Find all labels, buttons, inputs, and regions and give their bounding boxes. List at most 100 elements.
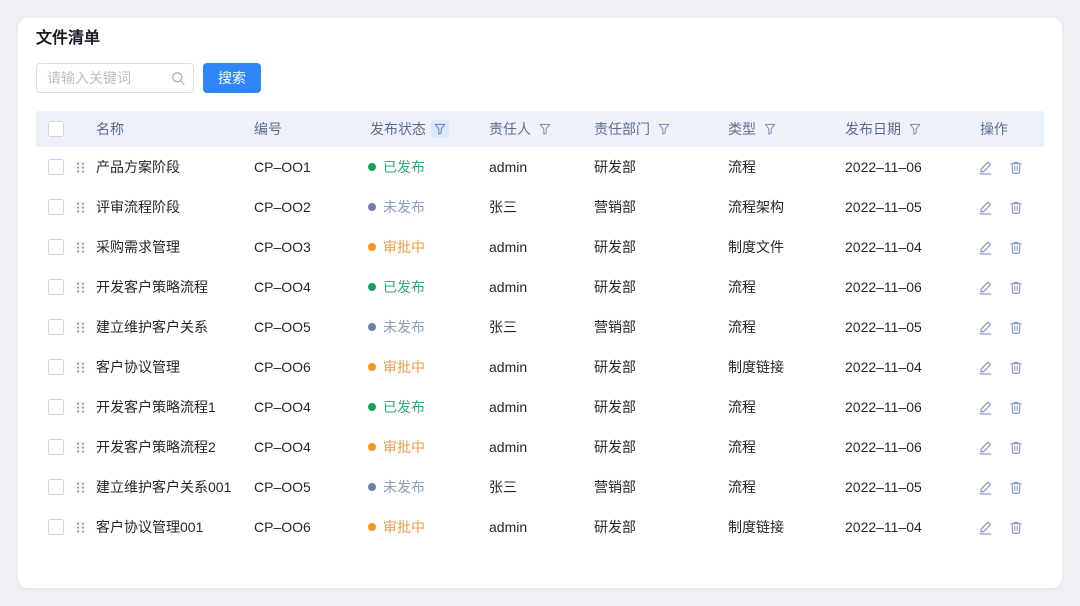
- cell-name: 客户协议管理001: [94, 517, 252, 537]
- table-row: 评审流程阶段 CP–OO2 未发布 张三 营销部 流程架构 2022–11–05: [36, 187, 1044, 227]
- filter-funnel-icon[interactable]: [536, 120, 554, 138]
- row-checkbox[interactable]: [48, 239, 64, 255]
- edit-button[interactable]: [978, 200, 993, 215]
- header-checkbox-cell: [36, 121, 76, 137]
- drag-handle-icon[interactable]: [76, 441, 94, 454]
- cell-code: CP–OO4: [252, 279, 368, 295]
- row-checkbox-cell: [36, 199, 76, 215]
- search-input[interactable]: [37, 64, 193, 92]
- status-dot: [368, 323, 376, 331]
- cell-department: 研发部: [592, 357, 726, 377]
- cell-code: CP–OO5: [252, 479, 368, 495]
- search-button[interactable]: 搜索: [203, 63, 261, 93]
- cell-publish-date: 2022–11–06: [843, 439, 978, 455]
- cell-owner: admin: [487, 279, 592, 295]
- edit-button[interactable]: [978, 520, 993, 535]
- row-checkbox[interactable]: [48, 399, 64, 415]
- column-header-label: 发布日期: [845, 119, 901, 139]
- table-row: 建立维护客户关系 CP–OO5 未发布 张三 营销部 流程 2022–11–05: [36, 307, 1044, 347]
- cell-code: CP–OO4: [252, 439, 368, 455]
- drag-handle-icon[interactable]: [76, 241, 94, 254]
- status-label: 已发布: [383, 157, 425, 177]
- cell-department: 研发部: [592, 517, 726, 537]
- delete-button[interactable]: [1009, 440, 1023, 455]
- status-dot: [368, 203, 376, 211]
- cell-status: 已发布: [368, 157, 487, 177]
- edit-button[interactable]: [978, 160, 993, 175]
- drag-handle-icon[interactable]: [76, 161, 94, 174]
- page-title: 文件清单: [36, 30, 1044, 48]
- drag-handle-icon[interactable]: [76, 481, 94, 494]
- cell-code: CP–OO5: [252, 319, 368, 335]
- filter-funnel-icon[interactable]: [906, 120, 924, 138]
- cell-type: 流程架构: [726, 197, 843, 217]
- cell-status: 未发布: [368, 317, 487, 337]
- cell-name: 建立维护客户关系001: [94, 477, 252, 497]
- magnifier-icon: [171, 71, 186, 91]
- drag-handle-icon[interactable]: [76, 201, 94, 214]
- edit-button[interactable]: [978, 320, 993, 335]
- status-label: 已发布: [383, 277, 425, 297]
- table-body: 产品方案阶段 CP–OO1 已发布 admin 研发部 流程 2022–11–0…: [36, 147, 1044, 547]
- edit-button[interactable]: [978, 440, 993, 455]
- row-checkbox[interactable]: [48, 439, 64, 455]
- filter-funnel-icon[interactable]: [655, 120, 673, 138]
- file-list-card: 文件清单 搜索 名称 编号 发布状态: [18, 18, 1062, 588]
- cell-owner: admin: [487, 359, 592, 375]
- drag-handle-icon[interactable]: [76, 321, 94, 334]
- table-row: 开发客户策略流程2 CP–OO4 审批中 admin 研发部 流程 2022–1…: [36, 427, 1044, 467]
- cell-code: CP–OO6: [252, 519, 368, 535]
- column-header-ops: 操作: [978, 119, 1044, 139]
- drag-handle-icon[interactable]: [76, 361, 94, 374]
- cell-operations: [978, 360, 1044, 375]
- search-row: 搜索: [36, 63, 1044, 93]
- drag-handle-icon[interactable]: [76, 521, 94, 534]
- delete-button[interactable]: [1009, 200, 1023, 215]
- cell-publish-date: 2022–11–04: [843, 239, 978, 255]
- cell-type: 流程: [726, 477, 843, 497]
- delete-button[interactable]: [1009, 360, 1023, 375]
- row-checkbox[interactable]: [48, 319, 64, 335]
- cell-department: 研发部: [592, 397, 726, 417]
- row-checkbox-cell: [36, 159, 76, 175]
- select-all-checkbox[interactable]: [48, 121, 64, 137]
- status-label: 未发布: [383, 477, 425, 497]
- delete-button[interactable]: [1009, 320, 1023, 335]
- cell-publish-date: 2022–11–06: [843, 279, 978, 295]
- edit-button[interactable]: [978, 360, 993, 375]
- delete-button[interactable]: [1009, 400, 1023, 415]
- drag-handle-icon[interactable]: [76, 401, 94, 414]
- cell-department: 研发部: [592, 437, 726, 457]
- edit-button[interactable]: [978, 480, 993, 495]
- cell-department: 营销部: [592, 317, 726, 337]
- delete-button[interactable]: [1009, 480, 1023, 495]
- row-checkbox[interactable]: [48, 359, 64, 375]
- status-dot: [368, 403, 376, 411]
- delete-button[interactable]: [1009, 280, 1023, 295]
- edit-button[interactable]: [978, 280, 993, 295]
- filter-funnel-icon[interactable]: [431, 120, 449, 138]
- cell-status: 审批中: [368, 517, 487, 537]
- row-checkbox-cell: [36, 239, 76, 255]
- row-checkbox[interactable]: [48, 279, 64, 295]
- edit-button[interactable]: [978, 240, 993, 255]
- edit-button[interactable]: [978, 400, 993, 415]
- cell-operations: [978, 440, 1044, 455]
- cell-type: 流程: [726, 157, 843, 177]
- row-checkbox[interactable]: [48, 479, 64, 495]
- row-checkbox[interactable]: [48, 159, 64, 175]
- filter-funnel-icon[interactable]: [761, 120, 779, 138]
- cell-department: 研发部: [592, 237, 726, 257]
- column-header-code: 编号: [252, 119, 368, 139]
- table-header-row: 名称 编号 发布状态 责任人 责任部门 类型: [36, 111, 1044, 147]
- status-dot: [368, 163, 376, 171]
- cell-operations: [978, 400, 1044, 415]
- delete-button[interactable]: [1009, 520, 1023, 535]
- table-row: 产品方案阶段 CP–OO1 已发布 admin 研发部 流程 2022–11–0…: [36, 147, 1044, 187]
- row-checkbox[interactable]: [48, 519, 64, 535]
- row-checkbox[interactable]: [48, 199, 64, 215]
- delete-button[interactable]: [1009, 160, 1023, 175]
- column-header-label: 编号: [254, 119, 282, 139]
- delete-button[interactable]: [1009, 240, 1023, 255]
- drag-handle-icon[interactable]: [76, 281, 94, 294]
